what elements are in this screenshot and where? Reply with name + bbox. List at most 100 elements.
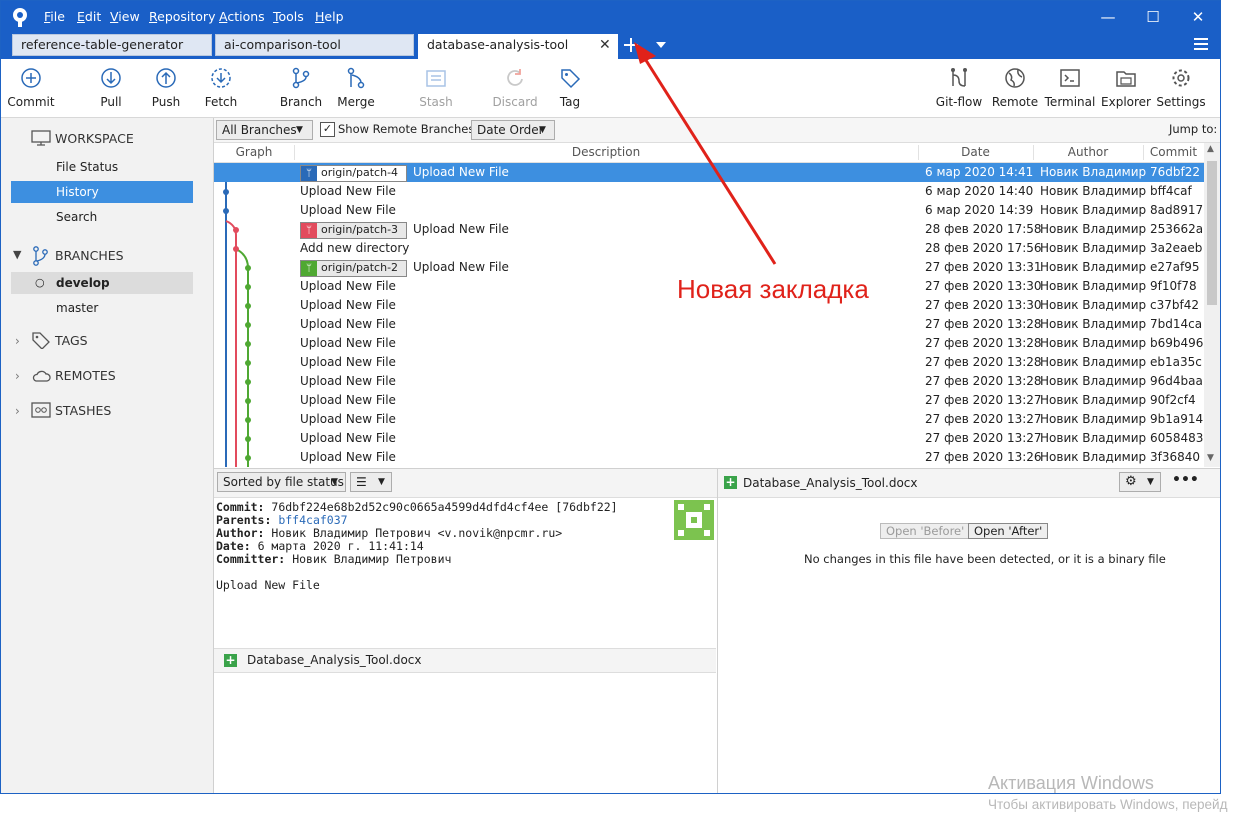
description-cell: Upload New File xyxy=(300,355,396,369)
commit-button[interactable]: Commit xyxy=(1,59,61,115)
column-description[interactable]: Description xyxy=(294,145,919,160)
commit-hash-cell: 9f10f78 xyxy=(1150,279,1197,293)
branch-badge[interactable]: ᛘ origin/patch-4 xyxy=(300,165,408,182)
commit-message: Upload New File xyxy=(216,578,320,592)
column-graph[interactable]: Graph xyxy=(214,145,295,160)
menu-view[interactable]: View xyxy=(110,9,140,24)
author-cell: Новик Владимир xyxy=(1040,450,1147,464)
table-row[interactable]: Upload New File 27 фев 2020 13:27 Новик Вл… xyxy=(214,391,1204,410)
fetch-button[interactable]: Fetch xyxy=(191,59,251,115)
column-commit[interactable]: Commit xyxy=(1143,145,1204,160)
gitflow-label: Git-flow xyxy=(935,95,983,109)
annotation-arrow xyxy=(634,42,777,265)
tab-ai-comparison-tool[interactable]: ai-comparison-tool xyxy=(215,34,414,56)
remote-button[interactable]: Remote xyxy=(985,59,1045,115)
menu-repository[interactable]: Repository xyxy=(149,9,215,24)
scroll-up-icon[interactable]: ▲ xyxy=(1207,144,1214,154)
branch-button[interactable]: Branch xyxy=(271,59,331,115)
history-scrollbar[interactable]: ▲ ▼ xyxy=(1204,143,1220,467)
description-cell: Upload New File xyxy=(300,184,396,198)
column-author[interactable]: Author xyxy=(1033,145,1144,160)
column-date[interactable]: Date xyxy=(918,145,1034,160)
more-options-icon[interactable]: ••• xyxy=(1172,472,1199,488)
push-button[interactable]: Push xyxy=(136,59,196,115)
chevron-down-icon[interactable]: ▼ xyxy=(13,248,21,261)
show-remote-checkbox[interactable]: ✓ xyxy=(320,122,335,137)
gitflow-button[interactable]: Git-flow xyxy=(929,59,989,115)
jump-to-label[interactable]: Jump to: xyxy=(1169,122,1217,136)
author-cell: Новик Владимир xyxy=(1040,260,1147,274)
date-cell: 27 фев 2020 13:30 xyxy=(925,298,1042,312)
scroll-thumb[interactable] xyxy=(1207,161,1217,305)
file-added-icon: + xyxy=(724,475,737,489)
open-before-button[interactable]: Open 'Before' xyxy=(880,523,971,539)
branches-header[interactable]: BRANCHES xyxy=(55,248,124,263)
sidebar-item-history[interactable]: History xyxy=(11,181,193,203)
pull-icon xyxy=(101,68,121,88)
table-row[interactable]: Upload New File 27 фев 2020 13:28 Новик Вл… xyxy=(214,372,1204,391)
sort-files-select[interactable]: Sorted by file status ▼ xyxy=(217,472,346,492)
menu-edit[interactable]: Edit xyxy=(77,9,101,24)
table-row[interactable]: Upload New File 27 фев 2020 13:26 Новик Вл… xyxy=(214,448,1204,467)
tags-header[interactable]: TAGS xyxy=(55,333,88,348)
date-cell: 6 мар 2020 14:40 xyxy=(925,184,1034,198)
stash-button[interactable]: Stash xyxy=(406,59,466,115)
menu-tools[interactable]: Tools xyxy=(273,9,304,24)
scroll-down-icon[interactable]: ▼ xyxy=(1207,453,1214,463)
push-icon xyxy=(156,68,176,88)
menu-actions[interactable]: Actions xyxy=(219,9,265,24)
close-tab-icon[interactable]: ✕ xyxy=(599,35,611,55)
close-window-button[interactable]: ✕ xyxy=(1178,5,1218,29)
sidebar-item-file-status[interactable]: File Status xyxy=(11,156,193,178)
remotes-header[interactable]: REMOTES xyxy=(55,368,116,383)
discard-button[interactable]: Discard xyxy=(485,59,545,115)
tab-reference-table-generator[interactable]: reference-table-generator xyxy=(12,34,212,56)
menu-file[interactable]: File xyxy=(44,9,65,24)
open-after-button[interactable]: Open 'After' xyxy=(968,523,1049,539)
chevron-right-icon[interactable]: › xyxy=(15,404,20,418)
explorer-button[interactable]: Explorer xyxy=(1096,59,1156,115)
view-mode-select[interactable]: ☰ ▼ xyxy=(350,472,392,492)
table-row[interactable]: Upload New File 27 фев 2020 13:28 Новик Вл… xyxy=(214,353,1204,372)
maximize-button[interactable]: ☐ xyxy=(1133,5,1173,29)
hamburger-menu-icon[interactable] xyxy=(1193,37,1209,51)
minimize-button[interactable]: — xyxy=(1088,5,1128,29)
file-list-item[interactable]: + Database_Analysis_Tool.docx xyxy=(214,648,716,673)
branch-badge[interactable]: ᛘ origin/patch-2 xyxy=(300,260,408,277)
menu-help[interactable]: Help xyxy=(315,9,344,24)
chevron-right-icon[interactable]: › xyxy=(15,369,20,383)
merge-button[interactable]: Merge xyxy=(326,59,386,115)
branch-badge[interactable]: ᛘ origin/patch-3 xyxy=(300,222,408,239)
settings-button[interactable]: Settings xyxy=(1151,59,1211,115)
table-row[interactable]: Upload New File 27 фев 2020 13:27 Новик Вл… xyxy=(214,429,1204,448)
diff-options-button[interactable]: ⚙ ▼ xyxy=(1119,472,1161,492)
sidebar-item-master[interactable]: master xyxy=(11,297,193,319)
commit-key: Commit: xyxy=(216,500,265,514)
table-row[interactable]: Upload New File 27 фев 2020 13:27 Новик Вл… xyxy=(214,410,1204,429)
sidebar-item-develop[interactable]: ○ develop xyxy=(11,272,193,294)
stash-label: Stash xyxy=(419,95,453,109)
stashes-header[interactable]: STASHES xyxy=(55,403,111,418)
description-cell: Upload New File xyxy=(300,431,396,445)
pull-button[interactable]: Pull xyxy=(81,59,141,115)
commit-sha[interactable]: 76dbf224e68b2d52c90c0665a4599d4dfd4cf4ee… xyxy=(271,500,617,514)
tag-button[interactable]: Tag xyxy=(540,59,600,115)
workspace-header[interactable]: WORKSPACE xyxy=(55,131,134,146)
order-select[interactable]: Date Order ▼ xyxy=(471,120,555,140)
activation-watermark-title: Активация Windows xyxy=(988,773,1154,793)
chevron-right-icon[interactable]: › xyxy=(15,334,20,348)
branch-icon xyxy=(292,67,310,89)
tab-database-analysis-tool[interactable]: database-analysis-tool ✕ xyxy=(418,34,618,59)
diff-file-name: Database_Analysis_Tool.docx xyxy=(743,476,918,490)
author-cell: Новик Владимир xyxy=(1040,184,1147,198)
parent-link[interactable]: bff4caf037 xyxy=(278,513,347,527)
commit-hash-cell: eb1a35c xyxy=(1150,355,1202,369)
date-key: Date: xyxy=(216,539,251,553)
sidebar-item-search[interactable]: Search xyxy=(11,206,193,228)
committer-key: Committer: xyxy=(216,552,286,566)
terminal-button[interactable]: Terminal xyxy=(1040,59,1100,115)
date-cell: 27 фев 2020 13:27 xyxy=(925,412,1042,426)
table-row[interactable]: Upload New File 27 фев 2020 13:28 Новик Вл… xyxy=(214,334,1204,353)
branches-select[interactable]: All Branches ▼ xyxy=(216,120,313,140)
table-row[interactable]: Upload New File 27 фев 2020 13:28 Новик Вл… xyxy=(214,315,1204,334)
